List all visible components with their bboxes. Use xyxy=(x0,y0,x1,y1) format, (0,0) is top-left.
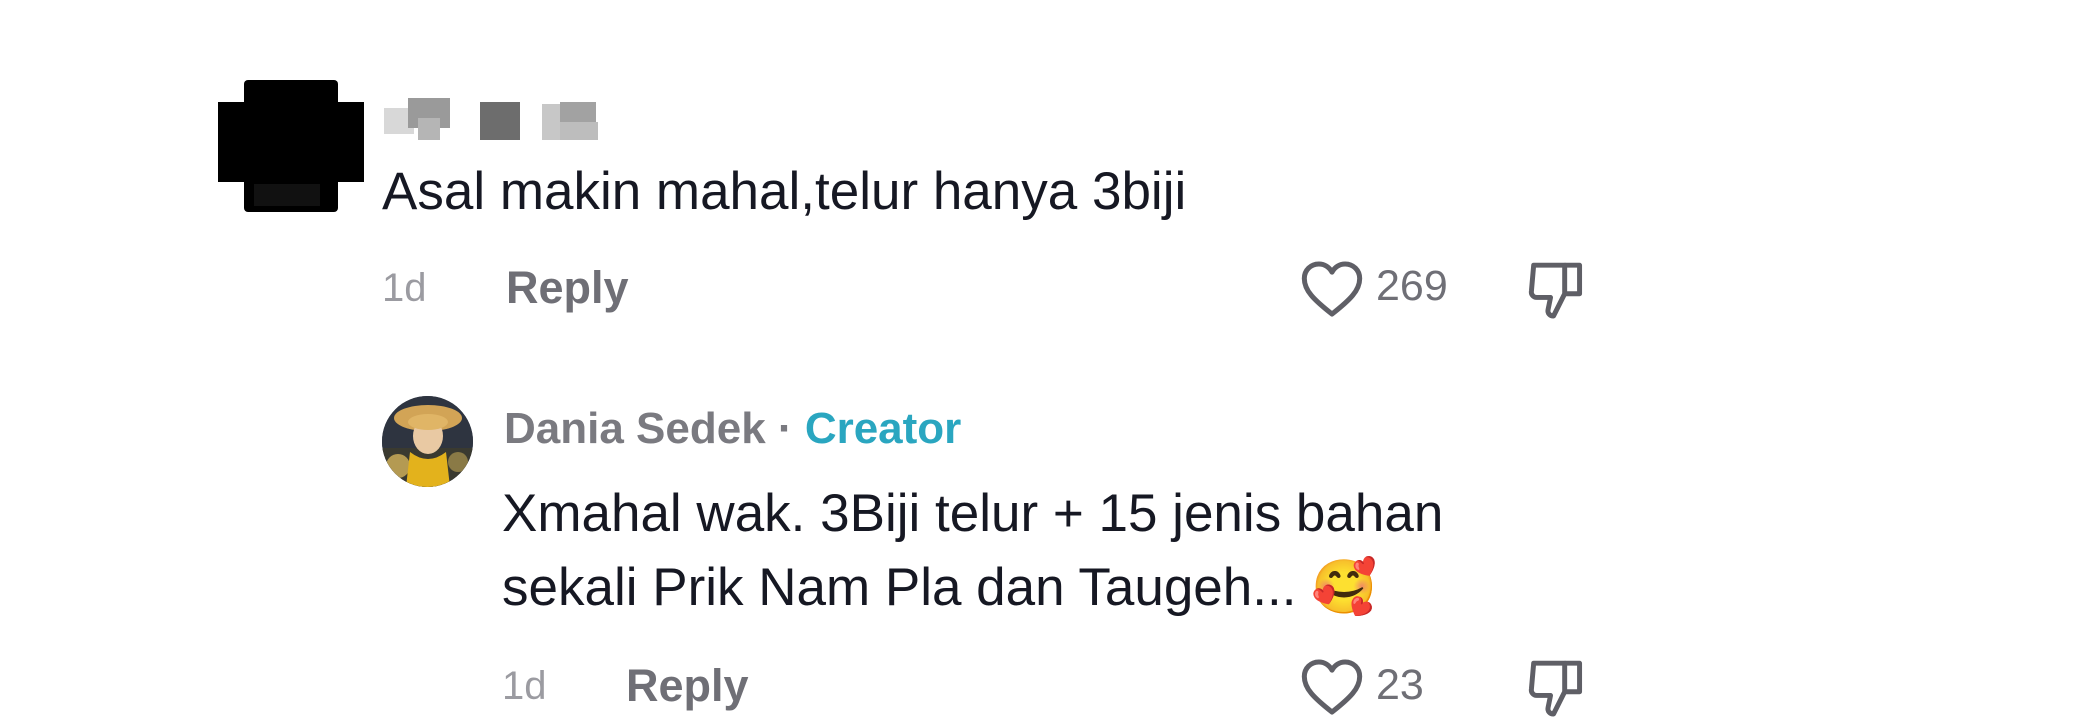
creator-badge: Creator xyxy=(804,404,962,453)
reply-author[interactable]: Dania Sedek xyxy=(504,404,766,453)
comment-time: 1d xyxy=(382,266,427,310)
reply-button[interactable]: Reply xyxy=(626,660,749,712)
heart-outline-icon[interactable] xyxy=(1300,260,1364,318)
reply-text-line1: Xmahal wak. 3Biji telur + 15 jenis bahan xyxy=(502,484,1444,543)
blurred-username[interactable] xyxy=(384,98,604,142)
like-count: 269 xyxy=(1376,262,1448,310)
reply-time: 1d xyxy=(502,664,547,708)
smiling-face-with-hearts-icon: 🥰 xyxy=(1311,558,1378,617)
heart-outline-icon[interactable] xyxy=(1300,658,1364,716)
thumbs-down-icon[interactable] xyxy=(1526,657,1586,719)
like-count: 23 xyxy=(1376,661,1424,709)
name-separator: · xyxy=(777,404,793,453)
creator-avatar[interactable] xyxy=(382,396,473,487)
comment-text: Asal makin mahal,telur hanya 3biji xyxy=(382,162,1187,221)
reply-button[interactable]: Reply xyxy=(506,262,629,314)
blurred-avatar[interactable] xyxy=(218,80,364,212)
reply-text-line2: sekali Prik Nam Pla dan Taugeh... 🥰 xyxy=(502,556,1377,620)
reply-text-line2-content: sekali Prik Nam Pla dan Taugeh... xyxy=(502,558,1297,617)
thumbs-down-icon[interactable] xyxy=(1526,259,1586,321)
